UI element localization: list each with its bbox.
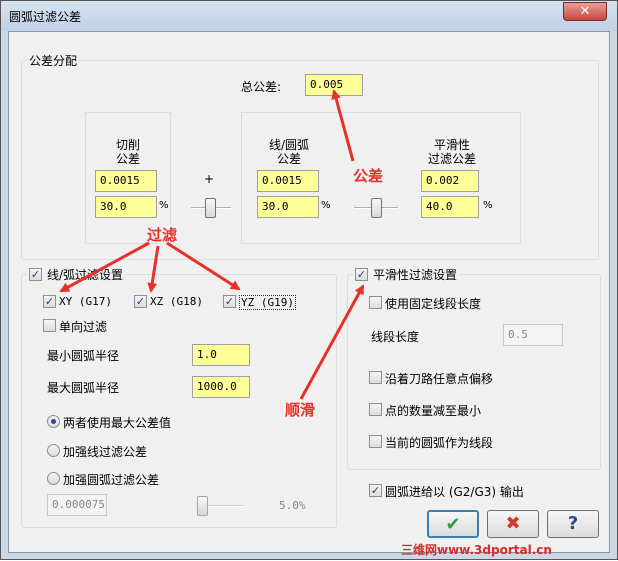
annotation-filter: 过滤 bbox=[147, 226, 178, 244]
arrow-smooth bbox=[299, 284, 365, 400]
annotation-tolerance: 公差 bbox=[353, 167, 384, 185]
arrow-tolerance bbox=[331, 89, 355, 162]
arrow-filter-xz bbox=[147, 245, 160, 293]
dialog-window: 圆弧过滤公差 ✕ 公差分配 总公差: 0.005 切削 公差 0.0015 30… bbox=[0, 0, 618, 560]
annotation-arrows bbox=[59, 89, 365, 400]
arrow-filter-yz bbox=[166, 241, 241, 291]
arrow-filter-xy bbox=[59, 241, 150, 293]
watermark: 三维网www.3dportal.cn bbox=[401, 543, 552, 557]
annotation-smooth: 顺滑 bbox=[285, 401, 316, 419]
